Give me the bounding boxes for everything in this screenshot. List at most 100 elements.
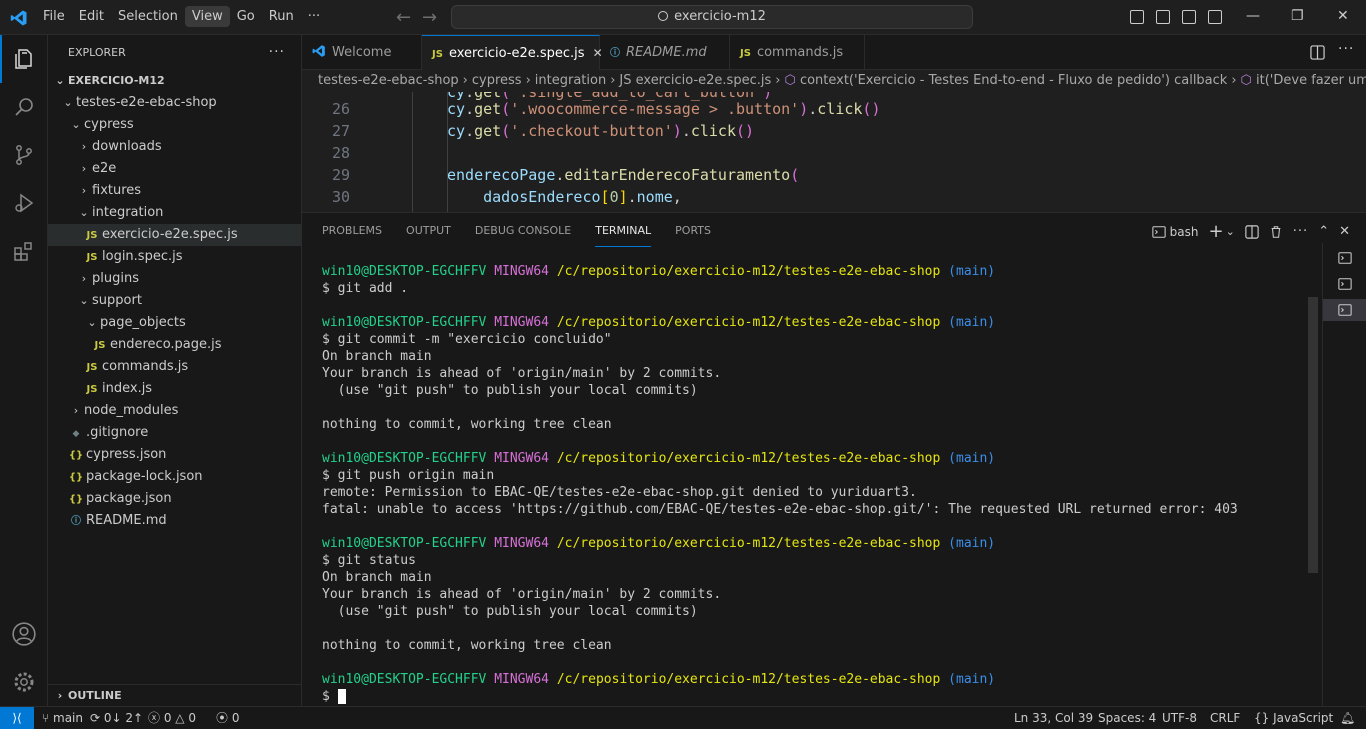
- toggle-panel-icon[interactable]: [1156, 10, 1170, 24]
- language-mode[interactable]: {} JavaScript: [1254, 707, 1333, 729]
- tree-item[interactable]: {} package-lock.json: [48, 466, 301, 488]
- tree-item[interactable]: ⌄ support: [48, 290, 301, 312]
- terminal-icon: [1337, 252, 1352, 264]
- menu-edit[interactable]: Edit: [72, 6, 111, 27]
- sync-status[interactable]: ⟳ 0↓ 2↑: [90, 707, 143, 729]
- explorer-more-icon[interactable]: ···: [269, 35, 285, 70]
- new-terminal-plus-icon[interactable]: +: [1208, 221, 1223, 242]
- terminal-input-line: $: [322, 688, 1312, 705]
- tree-item[interactable]: ⌄ testes-e2e-ebac-shop: [48, 92, 301, 114]
- tree-item[interactable]: ⌄ page_objects: [48, 312, 301, 334]
- manage-gear-icon[interactable]: [0, 658, 48, 706]
- close-panel-icon[interactable]: ✕: [1339, 224, 1350, 239]
- remote-indicator-icon[interactable]: ⟩⟨: [0, 707, 34, 729]
- tree-item[interactable]: JS login.spec.js: [48, 246, 301, 268]
- javascript-file-icon: JS: [86, 230, 98, 241]
- tree-item[interactable]: ⌄ cypress: [48, 114, 301, 136]
- problems-status[interactable]: ⓧ 0 △ 0: [148, 707, 196, 729]
- workspace-root[interactable]: ⌄ EXERCICIO-M12: [48, 70, 301, 92]
- notifications-bell-icon[interactable]: 🔔︎: [1340, 707, 1355, 729]
- terminal-instance[interactable]: [1323, 273, 1366, 295]
- branch-status[interactable]: ⑂ main: [42, 707, 83, 729]
- tab-commands[interactable]: JS commands.js: [730, 35, 865, 70]
- terminal-line: fatal: unable to access 'https://github.…: [322, 502, 1238, 517]
- tab-ports[interactable]: PORTS: [675, 213, 711, 248]
- outline-section[interactable]: › OUTLINE: [48, 684, 302, 706]
- minimize-button[interactable]: —: [1246, 8, 1260, 24]
- tree-item[interactable]: ⓘ README.md: [48, 510, 301, 532]
- run-debug-icon[interactable]: [0, 179, 48, 227]
- menu-file[interactable]: File: [36, 6, 72, 27]
- breadcrumb-symbol[interactable]: it('Deve fazer um pedido na loja: [1256, 73, 1366, 88]
- explorer-icon[interactable]: [0, 35, 48, 83]
- forward-arrow-icon[interactable]: →: [422, 7, 437, 28]
- indentation-status[interactable]: Spaces: 4: [1098, 707, 1156, 729]
- ports-status[interactable]: ⦿ 0: [216, 707, 239, 729]
- activity-bar: [0, 35, 48, 706]
- breadcrumb-item[interactable]: testes-e2e-ebac-shop: [318, 73, 459, 88]
- command-center-search[interactable]: exercicio-m12: [451, 5, 973, 29]
- tree-item[interactable]: JS exercicio-e2e.spec.js: [48, 224, 301, 246]
- tree-item[interactable]: {} cypress.json: [48, 444, 301, 466]
- panel-more-icon[interactable]: ···: [1293, 224, 1308, 239]
- breadcrumb-file[interactable]: JS exercicio-e2e.spec.js: [619, 73, 771, 88]
- eol-status[interactable]: CRLF: [1210, 707, 1240, 729]
- source-control-icon[interactable]: [0, 131, 48, 179]
- accounts-icon[interactable]: [0, 610, 48, 658]
- explorer-sidebar: EXPLORER ··· ⌄ EXERCICIO-M12 ⌄ testes-e2e-…: [48, 35, 302, 706]
- tab-output[interactable]: OUTPUT: [406, 213, 451, 248]
- terminal-output[interactable]: win10@DESKTOP-EGCHFFV MINGW64 /c/reposit…: [322, 263, 1312, 705]
- trash-icon[interactable]: [1269, 225, 1283, 239]
- tree-item[interactable]: ⌄ integration: [48, 202, 301, 224]
- breadcrumb-item[interactable]: integration: [535, 73, 606, 88]
- breadcrumb-symbol[interactable]: context('Exercicio - Testes End-to-end -…: [800, 73, 1227, 88]
- editor-more-icon[interactable]: ···: [1338, 41, 1354, 57]
- tab-problems[interactable]: PROBLEMS: [322, 213, 382, 248]
- tab-terminal[interactable]: TERMINAL: [595, 213, 652, 247]
- terminal-instance-active[interactable]: [1323, 299, 1366, 321]
- menu-more[interactable]: ···: [301, 6, 327, 27]
- terminal-instance[interactable]: [1323, 247, 1366, 269]
- maximize-panel-icon[interactable]: ⌃: [1318, 224, 1329, 239]
- tree-item[interactable]: ◆ .gitignore: [48, 422, 301, 444]
- split-editor-icon[interactable]: [1310, 45, 1325, 60]
- menu-view[interactable]: View: [184, 6, 230, 27]
- toggle-sidebar-icon[interactable]: [1130, 10, 1144, 24]
- tab-exercicio-e2e-spec[interactable]: JS exercicio-e2e.spec.js ✕: [422, 35, 603, 70]
- code-text: dadosEndereco[0].nome,: [447, 186, 682, 208]
- restore-button[interactable]: ❐: [1291, 8, 1304, 24]
- extensions-icon[interactable]: [0, 227, 48, 275]
- tree-item[interactable]: › fixtures: [48, 180, 301, 202]
- back-arrow-icon[interactable]: ←: [396, 7, 411, 28]
- tree-item[interactable]: JS endereco.page.js: [48, 334, 301, 356]
- terminal-scrollbar[interactable]: [1308, 297, 1318, 573]
- tab-readme[interactable]: ⓘ README.md: [600, 35, 730, 70]
- encoding-status[interactable]: UTF-8: [1162, 707, 1197, 729]
- toggle-secondary-sidebar-icon[interactable]: [1182, 10, 1196, 24]
- code-text: cy.get('.woocommerce-message > .button')…: [447, 98, 880, 120]
- tab-welcome[interactable]: Welcome: [302, 35, 422, 70]
- code-editor[interactable]: cy.get('.single_add_to_cart_button') 26 c…: [302, 92, 1366, 212]
- tree-item[interactable]: › downloads: [48, 136, 301, 158]
- breadcrumb-item[interactable]: cypress: [472, 73, 522, 88]
- terminal-shell-name[interactable]: bash: [1170, 225, 1199, 239]
- code-token: cy: [447, 122, 466, 140]
- code-token: ,: [672, 188, 682, 206]
- tree-item[interactable]: › node_modules: [48, 400, 301, 422]
- menu-go[interactable]: Go: [230, 6, 262, 27]
- customize-layout-icon[interactable]: [1208, 10, 1222, 24]
- close-button[interactable]: ✕: [1337, 8, 1349, 24]
- chevron-down-icon[interactable]: ⌄: [1226, 225, 1235, 238]
- prompt-user: win10@DESKTOP-EGCHFFV: [322, 315, 487, 330]
- cursor-position[interactable]: Ln 33, Col 39: [1014, 707, 1093, 729]
- tab-debug-console[interactable]: DEBUG CONSOLE: [475, 213, 571, 248]
- tree-item[interactable]: {} package.json: [48, 488, 301, 510]
- search-view-icon[interactable]: [0, 83, 48, 131]
- tree-item[interactable]: JS commands.js: [48, 356, 301, 378]
- split-terminal-icon[interactable]: [1245, 224, 1259, 239]
- tree-item[interactable]: › e2e: [48, 158, 301, 180]
- menu-run[interactable]: Run: [262, 6, 301, 27]
- menu-selection[interactable]: Selection: [111, 6, 185, 27]
- tree-item[interactable]: › plugins: [48, 268, 301, 290]
- tree-item[interactable]: JS index.js: [48, 378, 301, 400]
